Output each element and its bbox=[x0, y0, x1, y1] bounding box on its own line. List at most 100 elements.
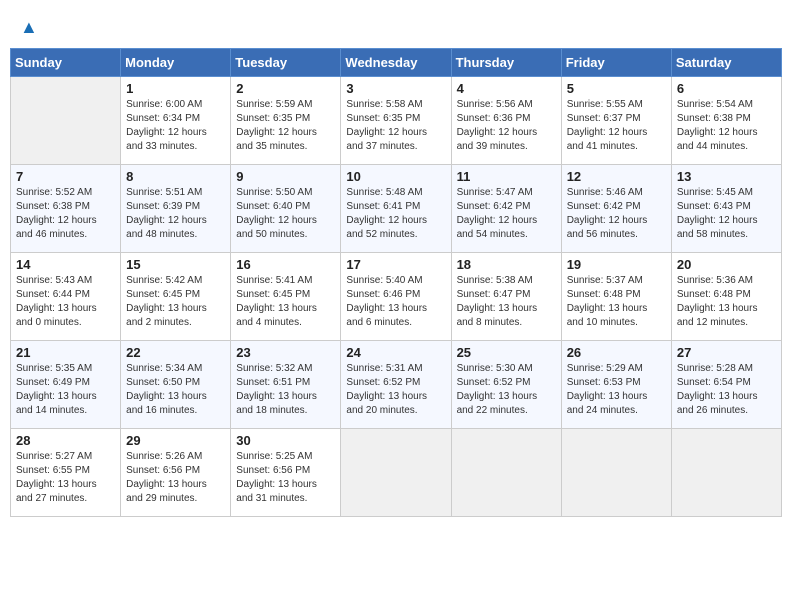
day-number: 25 bbox=[457, 345, 556, 360]
calendar-cell: 4Sunrise: 5:56 AMSunset: 6:36 PMDaylight… bbox=[451, 76, 561, 164]
calendar-cell bbox=[451, 428, 561, 516]
day-number: 28 bbox=[16, 433, 115, 448]
day-number: 1 bbox=[126, 81, 225, 96]
day-number: 20 bbox=[677, 257, 776, 272]
day-info: Sunrise: 5:45 AMSunset: 6:43 PMDaylight:… bbox=[677, 186, 776, 242]
calendar-cell: 1 Sunrise: 6:00 AMSunset: 6:34 PMDaylight… bbox=[121, 76, 231, 164]
day-info: Sunrise: 6:00 AMSunset: 6:34 PMDaylight:… bbox=[126, 98, 225, 154]
calendar-cell: 19 Sunrise: 5:37 AMSunset: 6:48 PMDayligh… bbox=[561, 252, 671, 340]
day-number: 22 bbox=[126, 345, 225, 360]
day-info: Sunrise: 5:36 AMSunset: 6:48 PMDaylight:… bbox=[677, 274, 776, 330]
calendar-cell bbox=[11, 76, 121, 164]
calendar-cell: 20 Sunrise: 5:36 AMSunset: 6:48 PMDayligh… bbox=[671, 252, 781, 340]
calendar-cell: 10 Sunrise: 5:48 AMSunset: 6:41 PMDayligh… bbox=[341, 164, 451, 252]
logo-text: ▲ bbox=[20, 18, 38, 38]
day-info: Sunrise: 5:26 AMSunset: 6:56 PMDaylight:… bbox=[126, 450, 225, 506]
day-info: Sunrise: 5:55 AMSunset: 6:37 PMDaylight:… bbox=[567, 98, 666, 154]
calendar-cell: 5 Sunrise: 5:55 AMSunset: 6:37 PMDaylight… bbox=[561, 76, 671, 164]
day-number: 15 bbox=[126, 257, 225, 272]
calendar-cell: 15 Sunrise: 5:42 AMSunset: 6:45 PMDayligh… bbox=[121, 252, 231, 340]
weekday-header-thursday: Thursday bbox=[451, 48, 561, 76]
calendar-cell: 8Sunrise: 5:51 AMSunset: 6:39 PMDaylight… bbox=[121, 164, 231, 252]
calendar-cell: 26 Sunrise: 5:29 AMSunset: 6:53 PMDayligh… bbox=[561, 340, 671, 428]
day-number: 16 bbox=[236, 257, 335, 272]
day-number: 6 bbox=[677, 81, 776, 96]
day-info: Sunrise: 5:40 AMSunset: 6:46 PMDaylight:… bbox=[346, 274, 445, 330]
day-info: Sunrise: 5:43 AMSunset: 6:44 PMDaylight:… bbox=[16, 274, 115, 330]
calendar-cell: 16 Sunrise: 5:41 AMSunset: 6:45 PMDayligh… bbox=[231, 252, 341, 340]
calendar-week-4: 21 Sunrise: 5:35 AMSunset: 6:49 PMDayligh… bbox=[11, 340, 782, 428]
weekday-header-friday: Friday bbox=[561, 48, 671, 76]
calendar-cell: 28 Sunrise: 5:27 AMSunset: 6:55 PMDayligh… bbox=[11, 428, 121, 516]
calendar-cell: 6 Sunrise: 5:54 AMSunset: 6:38 PMDaylight… bbox=[671, 76, 781, 164]
day-number: 18 bbox=[457, 257, 556, 272]
day-number: 3 bbox=[346, 81, 445, 96]
day-number: 11 bbox=[457, 169, 556, 184]
calendar-cell bbox=[341, 428, 451, 516]
calendar-cell: 18Sunrise: 5:38 AMSunset: 6:47 PMDayligh… bbox=[451, 252, 561, 340]
day-number: 24 bbox=[346, 345, 445, 360]
day-info: Sunrise: 5:54 AMSunset: 6:38 PMDaylight:… bbox=[677, 98, 776, 154]
calendar-table: SundayMondayTuesdayWednesdayThursdayFrid… bbox=[10, 48, 782, 517]
day-info: Sunrise: 5:48 AMSunset: 6:41 PMDaylight:… bbox=[346, 186, 445, 242]
calendar-cell: 21 Sunrise: 5:35 AMSunset: 6:49 PMDayligh… bbox=[11, 340, 121, 428]
day-info: Sunrise: 5:34 AMSunset: 6:50 PMDaylight:… bbox=[126, 362, 225, 418]
day-info: Sunrise: 5:35 AMSunset: 6:49 PMDaylight:… bbox=[16, 362, 115, 418]
calendar-cell: 13 Sunrise: 5:45 AMSunset: 6:43 PMDayligh… bbox=[671, 164, 781, 252]
day-info: Sunrise: 5:46 AMSunset: 6:42 PMDaylight:… bbox=[567, 186, 666, 242]
calendar-cell: 23 Sunrise: 5:32 AMSunset: 6:51 PMDayligh… bbox=[231, 340, 341, 428]
calendar-cell: 14 Sunrise: 5:43 AMSunset: 6:44 PMDayligh… bbox=[11, 252, 121, 340]
calendar-cell bbox=[671, 428, 781, 516]
day-number: 26 bbox=[567, 345, 666, 360]
calendar-week-5: 28 Sunrise: 5:27 AMSunset: 6:55 PMDayligh… bbox=[11, 428, 782, 516]
day-number: 19 bbox=[567, 257, 666, 272]
day-info: Sunrise: 5:42 AMSunset: 6:45 PMDaylight:… bbox=[126, 274, 225, 330]
calendar-cell: 30Sunrise: 5:25 AMSunset: 6:56 PMDayligh… bbox=[231, 428, 341, 516]
calendar-cell: 27 Sunrise: 5:28 AMSunset: 6:54 PMDayligh… bbox=[671, 340, 781, 428]
day-number: 9 bbox=[236, 169, 335, 184]
day-info: Sunrise: 5:47 AMSunset: 6:42 PMDaylight:… bbox=[457, 186, 556, 242]
day-number: 8 bbox=[126, 169, 225, 184]
weekday-header-tuesday: Tuesday bbox=[231, 48, 341, 76]
weekday-row: SundayMondayTuesdayWednesdayThursdayFrid… bbox=[11, 48, 782, 76]
calendar-header: SundayMondayTuesdayWednesdayThursdayFrid… bbox=[11, 48, 782, 76]
calendar-cell: 11 Sunrise: 5:47 AMSunset: 6:42 PMDayligh… bbox=[451, 164, 561, 252]
day-info: Sunrise: 5:37 AMSunset: 6:48 PMDaylight:… bbox=[567, 274, 666, 330]
day-number: 13 bbox=[677, 169, 776, 184]
day-number: 12 bbox=[567, 169, 666, 184]
calendar-cell: 17 Sunrise: 5:40 AMSunset: 6:46 PMDayligh… bbox=[341, 252, 451, 340]
calendar-week-3: 14 Sunrise: 5:43 AMSunset: 6:44 PMDayligh… bbox=[11, 252, 782, 340]
day-number: 23 bbox=[236, 345, 335, 360]
day-info: Sunrise: 5:50 AMSunset: 6:40 PMDaylight:… bbox=[236, 186, 335, 242]
day-info: Sunrise: 5:27 AMSunset: 6:55 PMDaylight:… bbox=[16, 450, 115, 506]
weekday-header-wednesday: Wednesday bbox=[341, 48, 451, 76]
day-number: 5 bbox=[567, 81, 666, 96]
calendar-week-1: 1 Sunrise: 6:00 AMSunset: 6:34 PMDaylight… bbox=[11, 76, 782, 164]
logo: ▲ bbox=[20, 18, 38, 38]
day-info: Sunrise: 5:30 AMSunset: 6:52 PMDaylight:… bbox=[457, 362, 556, 418]
calendar-body: 1 Sunrise: 6:00 AMSunset: 6:34 PMDaylight… bbox=[11, 76, 782, 516]
day-info: Sunrise: 5:58 AMSunset: 6:35 PMDaylight:… bbox=[346, 98, 445, 154]
calendar-cell: 9 Sunrise: 5:50 AMSunset: 6:40 PMDaylight… bbox=[231, 164, 341, 252]
calendar-cell: 24 Sunrise: 5:31 AMSunset: 6:52 PMDayligh… bbox=[341, 340, 451, 428]
day-info: Sunrise: 5:41 AMSunset: 6:45 PMDaylight:… bbox=[236, 274, 335, 330]
day-number: 21 bbox=[16, 345, 115, 360]
calendar-cell: 2Sunrise: 5:59 AMSunset: 6:35 PMDaylight… bbox=[231, 76, 341, 164]
page-header: ▲ bbox=[10, 10, 782, 42]
day-number: 4 bbox=[457, 81, 556, 96]
day-info: Sunrise: 5:28 AMSunset: 6:54 PMDaylight:… bbox=[677, 362, 776, 418]
day-info: Sunrise: 5:32 AMSunset: 6:51 PMDaylight:… bbox=[236, 362, 335, 418]
weekday-header-monday: Monday bbox=[121, 48, 231, 76]
day-number: 14 bbox=[16, 257, 115, 272]
calendar-cell: 3 Sunrise: 5:58 AMSunset: 6:35 PMDaylight… bbox=[341, 76, 451, 164]
calendar-cell: 25 Sunrise: 5:30 AMSunset: 6:52 PMDayligh… bbox=[451, 340, 561, 428]
calendar-cell: 7Sunrise: 5:52 AMSunset: 6:38 PMDaylight… bbox=[11, 164, 121, 252]
day-info: Sunrise: 5:31 AMSunset: 6:52 PMDaylight:… bbox=[346, 362, 445, 418]
day-number: 10 bbox=[346, 169, 445, 184]
day-number: 27 bbox=[677, 345, 776, 360]
day-info: Sunrise: 5:29 AMSunset: 6:53 PMDaylight:… bbox=[567, 362, 666, 418]
day-number: 17 bbox=[346, 257, 445, 272]
day-info: Sunrise: 5:52 AMSunset: 6:38 PMDaylight:… bbox=[16, 186, 115, 242]
calendar-cell: 22 Sunrise: 5:34 AMSunset: 6:50 PMDayligh… bbox=[121, 340, 231, 428]
calendar-cell: 12 Sunrise: 5:46 AMSunset: 6:42 PMDayligh… bbox=[561, 164, 671, 252]
